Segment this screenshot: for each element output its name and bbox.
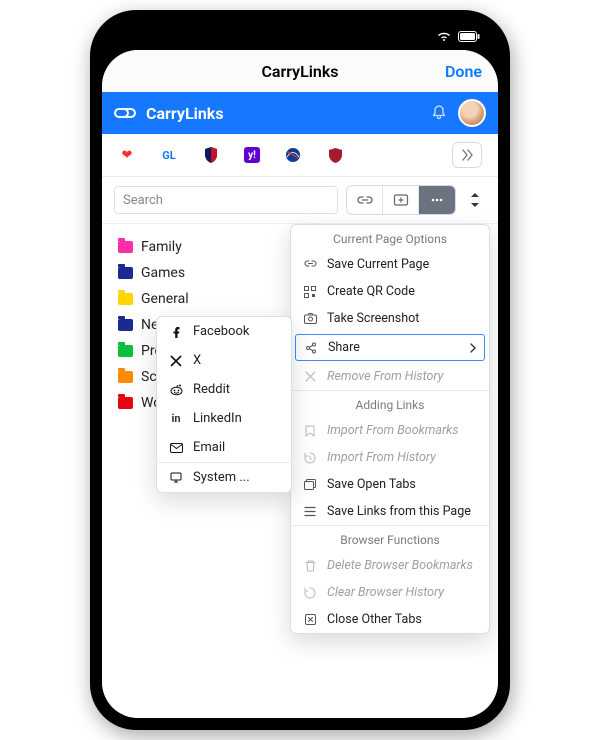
fav-nfl-icon[interactable] <box>202 146 220 164</box>
fav-yahoo-icon[interactable]: y! <box>244 147 260 163</box>
link-button[interactable] <box>347 186 383 214</box>
search-input[interactable]: Search <box>114 186 338 214</box>
bookmark-icon <box>303 425 317 437</box>
screen: CarryLinks Done CarryLinks ❤ GL y! <box>102 50 498 718</box>
fav-nasa-icon[interactable] <box>284 146 302 164</box>
system-share-icon <box>169 472 183 483</box>
history-icon <box>303 452 317 464</box>
content-area: FamilyGamesGeneralNewsProSchWo Current P… <box>102 224 498 718</box>
share-submenu: Facebook X Reddit in LinkedIn Email <box>156 316 292 493</box>
page-title: CarryLinks <box>261 62 338 81</box>
share-system[interactable]: System ... <box>157 463 291 492</box>
done-button[interactable]: Done <box>445 62 482 81</box>
phone-frame: CarryLinks Done CarryLinks ❤ GL y! <box>90 10 510 730</box>
wifi-icon <box>436 30 452 42</box>
folder-icon <box>118 293 133 305</box>
qr-icon <box>303 286 317 298</box>
camera-icon <box>303 313 317 324</box>
menu-remove-history: Remove From History <box>291 363 489 390</box>
menu-save-page[interactable]: Save Current Page <box>291 251 489 278</box>
email-icon <box>169 443 183 453</box>
history-icon <box>303 587 317 599</box>
toolbar: Search <box>102 177 498 224</box>
folder-icon <box>118 345 133 357</box>
folder-icon <box>118 267 133 279</box>
toolbar-button-group <box>346 185 456 215</box>
share-linkedin[interactable]: in LinkedIn <box>157 404 291 433</box>
app-header: CarryLinks <box>102 92 498 134</box>
menu-section-current: Current Page Options <box>291 225 489 251</box>
app-logo-icon <box>114 106 136 120</box>
share-icon <box>304 342 318 354</box>
share-x[interactable]: X <box>157 346 291 375</box>
search-placeholder: Search <box>123 193 163 208</box>
expand-favorites-button[interactable] <box>452 142 482 168</box>
menu-save-page-links[interactable]: Save Links from this Page <box>291 498 489 525</box>
fav-gl-icon[interactable]: GL <box>160 146 178 164</box>
menu-section-browser: Browser Functions <box>291 526 489 552</box>
ios-navbar: CarryLinks Done <box>102 50 498 92</box>
menu-create-qr[interactable]: Create QR Code <box>291 278 489 305</box>
add-folder-button[interactable] <box>383 186 419 214</box>
menu-close-other-tabs[interactable]: Close Other Tabs <box>291 606 489 633</box>
menu-save-open-tabs[interactable]: Save Open Tabs <box>291 471 489 498</box>
folder-label: General <box>141 291 189 307</box>
menu-import-bookmarks: Import From Bookmarks <box>291 417 489 444</box>
menu-delete-bookmarks: Delete Browser Bookmarks <box>291 552 489 579</box>
chevron-right-icon <box>470 343 476 353</box>
menu-screenshot[interactable]: Take Screenshot <box>291 305 489 332</box>
menu-section-adding: Adding Links <box>291 391 489 417</box>
facebook-icon <box>169 326 183 338</box>
status-bar <box>102 22 498 50</box>
reddit-icon <box>169 384 183 396</box>
fav-harvard-icon[interactable] <box>326 146 344 164</box>
tabs-icon <box>303 479 317 490</box>
folder-label: Games <box>141 265 185 281</box>
trash-icon <box>303 560 317 572</box>
more-button[interactable] <box>419 186 455 214</box>
favorites-strip: ❤ GL y! <box>102 134 498 177</box>
folder-label: Family <box>141 239 182 255</box>
close-tabs-icon <box>303 614 317 625</box>
app-title: CarryLinks <box>146 104 224 123</box>
folder-icon <box>118 319 133 331</box>
linkedin-icon: in <box>169 412 183 425</box>
list-icon <box>303 506 317 517</box>
sort-button[interactable] <box>464 186 486 214</box>
share-reddit[interactable]: Reddit <box>157 375 291 404</box>
link-icon <box>303 258 317 271</box>
notifications-icon[interactable] <box>430 104 448 122</box>
share-facebook[interactable]: Facebook <box>157 317 291 346</box>
x-logo-icon <box>169 355 183 367</box>
avatar[interactable] <box>458 99 486 127</box>
folder-icon <box>118 397 133 409</box>
menu-import-history: Import From History <box>291 444 489 471</box>
share-email[interactable]: Email <box>157 433 291 462</box>
menu-clear-history: Clear Browser History <box>291 579 489 606</box>
folder-icon <box>118 371 133 383</box>
menu-share[interactable]: Share <box>295 334 485 361</box>
folder-icon <box>118 241 133 253</box>
x-icon <box>303 371 317 382</box>
battery-icon <box>458 31 480 42</box>
more-menu: Current Page Options Save Current Page C… <box>290 224 490 634</box>
fav-heart-icon[interactable]: ❤ <box>118 146 136 164</box>
